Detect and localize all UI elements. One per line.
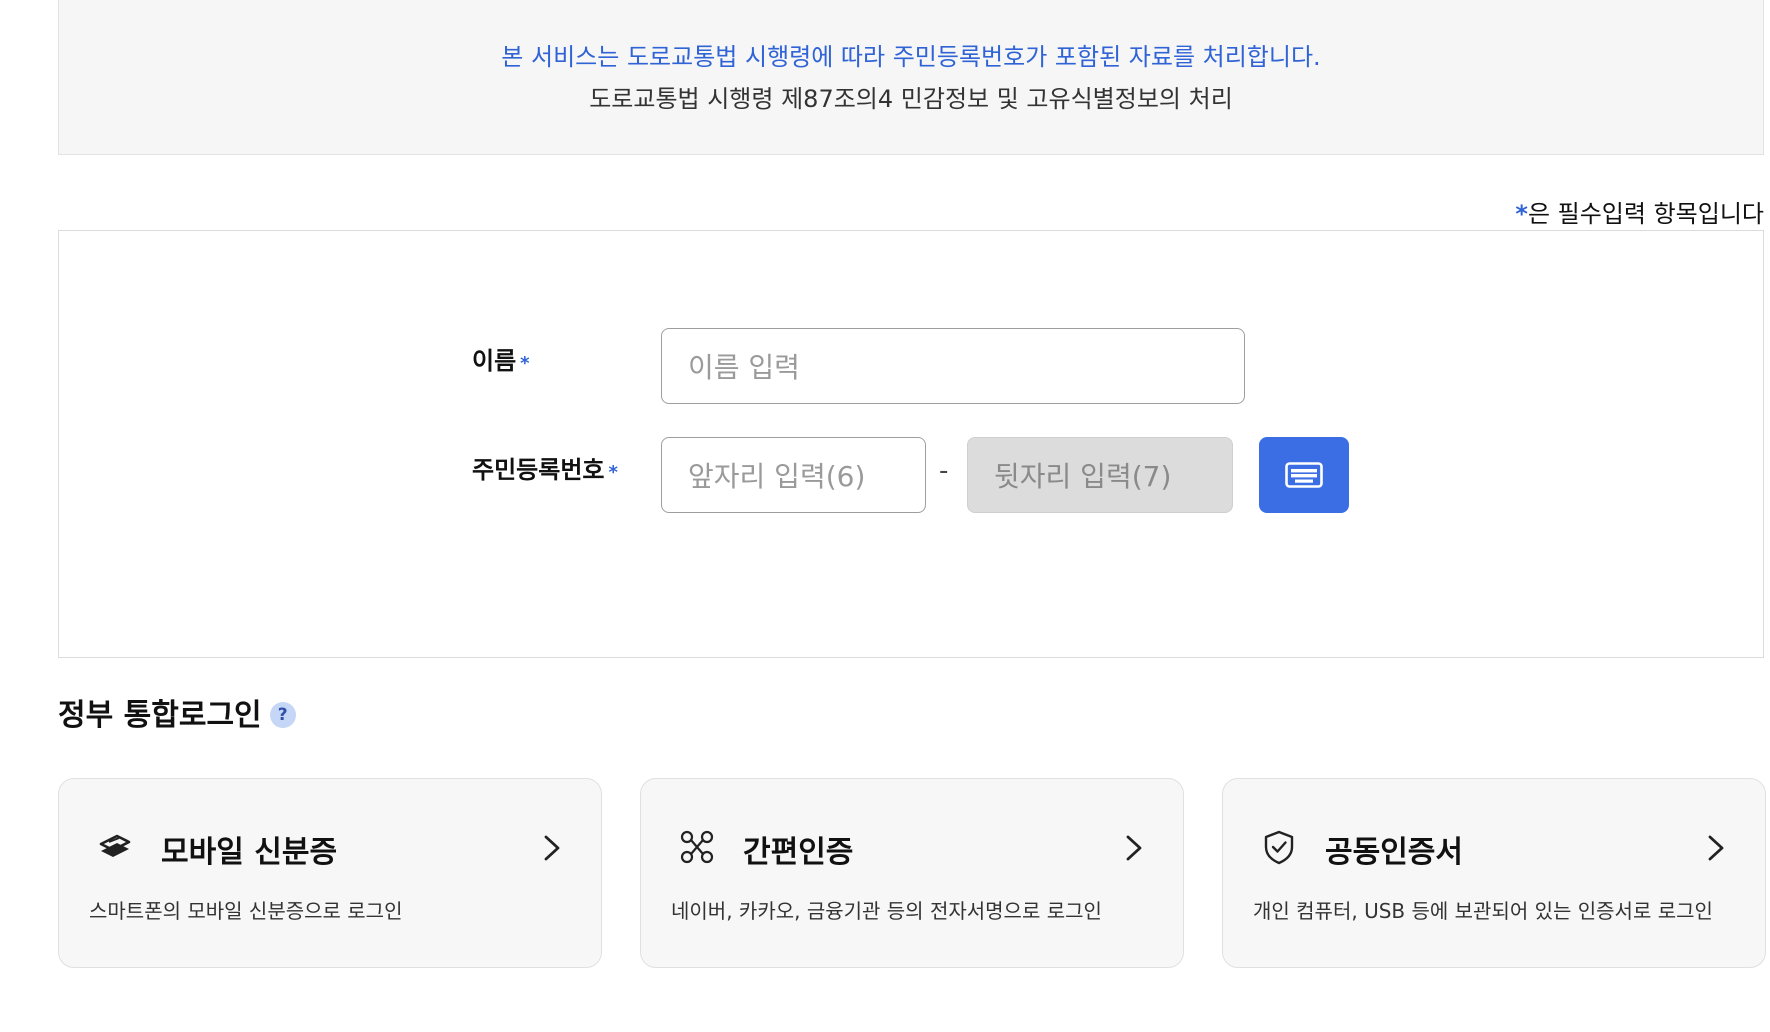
shield-check-icon [1264, 830, 1294, 865]
simple-auth-icon [680, 830, 714, 864]
rrn-back-input[interactable]: 뒷자리 입력(7) [967, 437, 1233, 513]
notice-line-1: 본 서비스는 도로교통법 시행령에 따라 주민등록번호가 포함된 자료를 처리합… [501, 43, 1321, 71]
card-description: 네이버, 카카오, 금융기관 등의 전자서명으로 로그인 [671, 899, 1102, 923]
simple-auth-card[interactable]: 간편인증 네이버, 카카오, 금융기관 등의 전자서명으로 로그인 [640, 778, 1184, 968]
keyboard-icon [1285, 462, 1323, 488]
secure-keypad-button[interactable] [1259, 437, 1349, 513]
required-star: * [1515, 200, 1528, 228]
rrn-label: 주민등록번호 * [472, 450, 618, 485]
identity-form: 이름 * 이름 입력 주민등록번호 * 앞자리 입력(6) - 뒷자리 입력(7) [58, 230, 1764, 658]
card-title: 간편인증 [743, 835, 854, 870]
chevron-right-icon [544, 835, 560, 861]
required-field-note: *은 필수입력 항목입니다 [1515, 194, 1764, 229]
gov-login-title: 정부 통합로그인? [58, 690, 296, 734]
mobile-id-icon [99, 834, 131, 857]
rrn-front-placeholder: 앞자리 입력(6) [688, 460, 866, 493]
rrn-back-placeholder: 뒷자리 입력(7) [994, 460, 1172, 493]
name-label: 이름 * [472, 341, 530, 376]
name-input-placeholder: 이름 입력 [688, 351, 800, 384]
notice-banner: 본 서비스는 도로교통법 시행령에 따라 주민등록번호가 포함된 자료를 처리합… [58, 0, 1764, 155]
gov-login-title-text: 정부 통합로그인 [58, 698, 262, 733]
rrn-front-input[interactable]: 앞자리 입력(6) [661, 437, 926, 513]
joint-certificate-card[interactable]: 공동인증서 개인 컴퓨터, USB 등에 보관되어 있는 인증서로 로그인 [1222, 778, 1766, 968]
rrn-label-text: 주민등록번호 [472, 456, 605, 484]
required-note-text: 은 필수입력 항목입니다 [1527, 200, 1764, 228]
name-label-text: 이름 [472, 347, 517, 375]
chevron-right-icon [1708, 835, 1724, 861]
card-title: 모바일 신분증 [161, 835, 338, 870]
chevron-right-icon [1126, 835, 1142, 861]
card-title: 공동인증서 [1325, 835, 1463, 870]
required-star: * [608, 462, 618, 483]
notice-line-2: 도로교통법 시행령 제87조의4 민감정보 및 고유식별정보의 처리 [589, 85, 1233, 113]
mobile-id-card[interactable]: 모바일 신분증 스마트폰의 모바일 신분증으로 로그인 [58, 778, 602, 968]
card-description: 스마트폰의 모바일 신분증으로 로그인 [89, 899, 403, 923]
name-input[interactable]: 이름 입력 [661, 328, 1245, 404]
required-star: * [520, 353, 530, 374]
help-icon[interactable]: ? [269, 701, 296, 728]
rrn-separator: - [939, 456, 949, 486]
card-description: 개인 컴퓨터, USB 등에 보관되어 있는 인증서로 로그인 [1253, 899, 1713, 923]
